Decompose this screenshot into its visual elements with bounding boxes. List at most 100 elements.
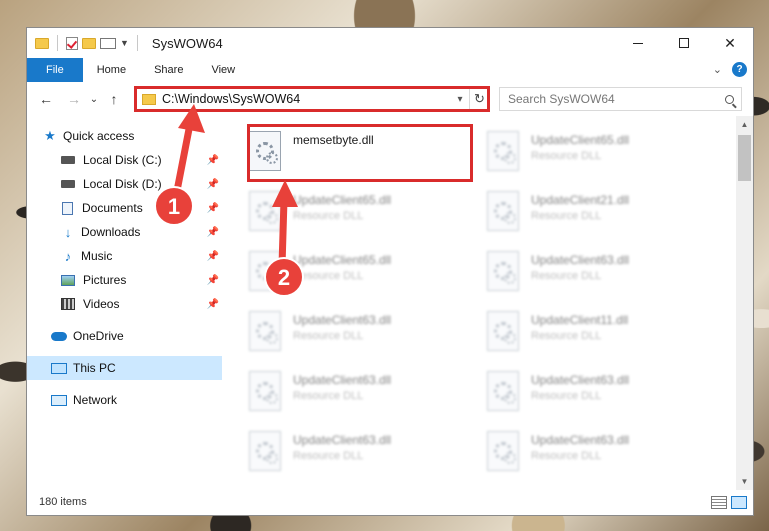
file-item[interactable]: UpdateClient21.dll Resource DLL (465, 184, 685, 236)
sidebar-item-downloads[interactable]: ↓ Downloads 📌 (27, 220, 222, 244)
file-item[interactable]: UpdateClient65.dll Resource DLL (465, 124, 685, 176)
tab-share[interactable]: Share (140, 58, 197, 82)
sidebar-item-videos[interactable]: Videos 📌 (27, 292, 222, 316)
star-icon: ★ (44, 128, 56, 143)
pictures-icon (61, 274, 75, 286)
dll-file-icon (249, 191, 281, 231)
refresh-icon[interactable]: ↻ (469, 88, 489, 110)
file-item[interactable]: UpdateClient63.dll Resource DLL (227, 304, 447, 356)
sidebar-item-label: Downloads (81, 225, 141, 239)
properties-check-icon[interactable] (66, 36, 78, 50)
address-path[interactable]: C:\Windows\SysWOW64 (162, 92, 451, 106)
sidebar-item-documents[interactable]: Documents 📌 (27, 196, 222, 220)
file-name: UpdateClient63.dll (531, 433, 630, 447)
sidebar-item-network[interactable]: Network (27, 388, 222, 412)
address-dropdown-icon[interactable]: ▾ (451, 94, 469, 105)
pin-icon[interactable]: 📌 (207, 227, 219, 238)
sidebar-item-label: Documents (82, 201, 143, 215)
address-bar[interactable]: C:\Windows\SysWOW64 ▾ ↻ (135, 87, 490, 111)
file-name: UpdateClient65.dll (293, 193, 392, 207)
file-name: UpdateClient63.dll (531, 373, 630, 387)
tab-view[interactable]: View (197, 58, 249, 82)
dll-file-icon (249, 311, 281, 351)
file-item[interactable]: UpdateClient11.dll Resource DLL (465, 304, 685, 356)
pin-icon[interactable]: 📌 (207, 275, 219, 286)
minimize-icon (633, 42, 643, 44)
sidebar-item-label: OneDrive (73, 329, 124, 343)
toolbar-separator (136, 35, 138, 51)
file-item[interactable]: UpdateClient63.dll Resource DLL (227, 424, 447, 476)
sidebar-item-this-pc[interactable]: This PC (27, 356, 222, 380)
maximize-button[interactable] (661, 28, 707, 58)
sidebar-item-label: Local Disk (C:) (83, 153, 162, 167)
customize-toolbar-icon[interactable] (100, 37, 116, 49)
file-type: Resource DLL (531, 150, 602, 162)
sidebar-item-onedrive[interactable]: OneDrive (27, 324, 222, 348)
file-name: UpdateClient63.dll (293, 433, 392, 447)
file-item[interactable]: UpdateClient65.dll Resource DLL (227, 184, 447, 236)
toolbar-dropdown-icon[interactable]: ▼ (120, 38, 129, 48)
up-button[interactable]: ↑ (105, 91, 123, 107)
scroll-thumb[interactable] (738, 135, 751, 181)
sidebar-item-music[interactable]: ♪ Music 📌 (27, 244, 222, 268)
minimize-button[interactable] (615, 28, 661, 58)
expand-ribbon-icon[interactable]: ⌄ (713, 63, 722, 76)
sidebar-item-quick-access[interactable]: ★ Quick access (27, 124, 222, 148)
title-bar: ▼ SysWOW64 ✕ (27, 28, 753, 58)
window-controls: ✕ (615, 28, 753, 58)
videos-icon (61, 298, 75, 310)
scroll-down-icon[interactable]: ▼ (736, 473, 753, 490)
pin-icon[interactable]: 📌 (207, 251, 219, 262)
search-input[interactable] (508, 92, 717, 106)
cloud-icon (51, 331, 67, 341)
file-type: Resource DLL (293, 390, 364, 402)
pin-icon[interactable]: 📌 (207, 155, 219, 166)
dll-file-icon (487, 431, 519, 471)
downloads-icon: ↓ (64, 224, 72, 240)
file-item[interactable]: UpdateClient63.dll Resource DLL (465, 244, 685, 296)
file-item[interactable]: UpdateClient63.dll Resource DLL (465, 364, 685, 416)
recent-locations-button[interactable]: ⌄ (85, 94, 103, 105)
tab-file[interactable]: File (27, 58, 83, 82)
file-type: Resource DLL (293, 330, 364, 342)
sidebar-item-label: Network (73, 393, 118, 407)
view-switcher (711, 495, 747, 509)
dll-file-icon (487, 251, 519, 291)
tiles-view-icon[interactable] (731, 495, 747, 509)
back-button[interactable]: ← (37, 91, 55, 107)
file-item[interactable]: UpdateClient63.dll Resource DLL (465, 424, 685, 476)
file-item[interactable]: UpdateClient63.dll Resource DLL (227, 364, 447, 416)
vertical-scrollbar[interactable]: ▲ ▼ (736, 116, 753, 490)
new-folder-icon[interactable] (82, 37, 96, 49)
window-title: SysWOW64 (151, 35, 223, 51)
pin-icon[interactable]: 📌 (207, 299, 219, 310)
pin-icon[interactable]: 📌 (207, 203, 219, 214)
dll-file-icon (249, 431, 281, 471)
dll-file-icon (487, 191, 519, 231)
file-item[interactable]: UpdateClient65.dll Resource DLL (227, 244, 447, 296)
forward-button[interactable]: → (65, 91, 83, 107)
file-type: Resource DLL (531, 210, 602, 222)
pin-icon[interactable]: 📌 (207, 179, 219, 190)
dll-file-icon (487, 371, 519, 411)
navigation-pane: ★ Quick access Local Disk (C:) 📌 Local D… (27, 124, 222, 488)
file-item-memsetbyte[interactable]: memsetbyte.dll (227, 124, 447, 176)
file-name: memsetbyte.dll (293, 133, 374, 147)
sidebar-item-local-disk-c[interactable]: Local Disk (C:) 📌 (27, 148, 222, 172)
file-type: Resource DLL (293, 450, 364, 462)
file-list: memsetbyte.dll UpdateClient65.dll Resour… (227, 116, 737, 488)
sidebar-item-pictures[interactable]: Pictures 📌 (27, 268, 222, 292)
help-icon[interactable]: ? (732, 62, 747, 77)
details-view-icon[interactable] (711, 495, 727, 509)
search-box[interactable] (499, 87, 742, 111)
dll-file-icon (487, 131, 519, 171)
search-icon[interactable] (717, 94, 741, 104)
sidebar-item-local-disk-d[interactable]: Local Disk (D:) 📌 (27, 172, 222, 196)
scroll-up-icon[interactable]: ▲ (736, 116, 753, 133)
tab-home[interactable]: Home (83, 58, 140, 82)
dll-file-icon (249, 251, 281, 291)
close-button[interactable]: ✕ (707, 28, 753, 58)
